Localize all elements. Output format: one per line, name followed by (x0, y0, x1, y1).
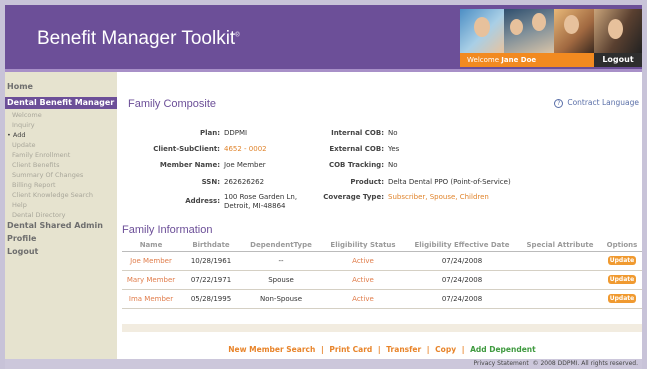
banner-photo-woman-headset (554, 9, 594, 53)
dependent-type-cell: Spouse (242, 270, 320, 290)
nav-sub-summary-of-changes[interactable]: Summary Of Changes (12, 171, 83, 179)
birthdate-cell: 05/28/1995 (180, 289, 242, 309)
sidebar: Home Dental Benefit Manager Welcome Inqu… (5, 72, 117, 364)
table-row: Mary Member 07/22/1971 Spouse Active 07/… (122, 270, 642, 290)
eligibility-status-cell: Active (320, 289, 406, 309)
table-row: Ima Member 05/28/1995 Non-Spouse Active … (122, 289, 642, 309)
address-line2: Detroit, MI-48864 (224, 202, 286, 210)
col-eligibility-status: Eligibility Status (320, 240, 406, 252)
col-eligibility-effective-date: Eligibility Effective Date (406, 240, 518, 252)
nav-sub-billing-report[interactable]: Billing Report (12, 181, 56, 189)
nav-sub-add[interactable]: • Add (7, 131, 26, 139)
effective-date-cell: 07/24/2008 (406, 289, 518, 309)
internal-cob-label: Internal COB: (331, 129, 384, 137)
browser-frame: Benefit Manager Toolkit® Welcome Jane Do… (0, 0, 647, 369)
external-cob-value: Yes (388, 145, 400, 153)
table-header-row: Name Birthdate DependentType Eligibility… (122, 240, 642, 252)
banner-photo-man (594, 9, 642, 53)
plan-label: Plan: (199, 129, 220, 137)
welcome-text: Welcome Jane Doe (467, 56, 537, 64)
member-name-value: Joe Member (224, 161, 266, 169)
update-button[interactable]: Update (608, 256, 636, 265)
eligibility-status-cell: Active (320, 251, 406, 271)
dependent-type-cell: Non-Spouse (242, 289, 320, 309)
external-cob-label: External COB: (329, 145, 384, 153)
product-value: Delta Dental PPO (Point-of-Service) (388, 178, 511, 186)
col-name: Name (122, 240, 180, 252)
nav-dental-benefit-manager[interactable]: Dental Benefit Manager (5, 97, 117, 109)
user-name: Jane Doe (501, 56, 537, 64)
effective-date-cell: 07/24/2008 (406, 251, 518, 271)
nav-sub-client-knowledge-search[interactable]: Client Knowledge Search (12, 191, 93, 199)
footer: Privacy Statement © 2008 DDPMI. All righ… (5, 359, 642, 369)
col-dependent-type: DependentType (242, 240, 320, 252)
nav-sub-family-enrollment[interactable]: Family Enrollment (12, 151, 70, 159)
divider-band (122, 324, 642, 332)
plan-value: DDPMI (224, 129, 248, 137)
app-title: Benefit Manager Toolkit® (37, 28, 240, 49)
family-table: Name Birthdate DependentType Eligibility… (122, 240, 642, 309)
family-information-title: Family Information (122, 224, 213, 236)
cob-tracking-value: No (388, 161, 398, 169)
cob-tracking-label: COB Tracking: (328, 161, 384, 169)
nav-sub-help[interactable]: Help (12, 201, 27, 209)
effective-date-cell: 07/24/2008 (406, 270, 518, 290)
banner-photo-men (504, 9, 554, 53)
ssn-value: 262626262 (224, 178, 265, 186)
options-cell: Update (602, 251, 642, 271)
new-member-search-link[interactable]: New Member Search (228, 345, 315, 354)
col-options: Options (602, 240, 642, 252)
options-cell: Update (602, 270, 642, 290)
copy-link[interactable]: Copy (435, 345, 456, 354)
add-dependent-link[interactable]: Add Dependent (470, 345, 536, 354)
eligibility-status-cell: Active (320, 270, 406, 290)
member-name-link[interactable]: Ima Member (122, 289, 180, 309)
current-marker: • (7, 131, 11, 139)
family-composite-title: Family Composite (128, 98, 217, 110)
internal-cob-value: No (388, 129, 398, 137)
nav-sub-dental-directory[interactable]: Dental Directory (12, 211, 66, 219)
logout-button[interactable]: Logout (594, 53, 642, 67)
table-row: Joe Member 10/28/1961 -- Active 07/24/20… (122, 251, 642, 271)
dependent-type-cell: -- (242, 251, 320, 271)
special-attribute-cell (518, 289, 602, 309)
client-subclient-label: Client-SubClient: (153, 145, 220, 153)
nav-profile[interactable]: Profile (5, 234, 36, 243)
nav-sub-update[interactable]: Update (12, 141, 36, 149)
nav-sub-client-benefits[interactable]: Client Benefits (12, 161, 60, 169)
main-content: Family Composite ? Contract Language Plan… (122, 72, 642, 364)
member-name-link[interactable]: Joe Member (122, 251, 180, 271)
print-card-link[interactable]: Print Card (329, 345, 372, 354)
nav-logout[interactable]: Logout (5, 247, 38, 256)
client-subclient-value: 4652 - 0002 (224, 145, 267, 153)
product-label: Product: (350, 178, 384, 186)
update-button[interactable]: Update (608, 294, 636, 303)
birthdate-cell: 07/22/1971 (180, 270, 242, 290)
address-label: Address: (185, 197, 220, 205)
nav-home[interactable]: Home (5, 82, 33, 91)
action-links: New Member Search | Print Card | Transfe… (228, 345, 536, 354)
privacy-statement-link[interactable]: Privacy Statement (474, 360, 529, 367)
member-name-label: Member Name: (159, 161, 220, 169)
ssn-label: SSN: (201, 178, 220, 186)
special-attribute-cell (518, 251, 602, 271)
coverage-type-value: Subscriber, Spouse, Children (388, 193, 489, 201)
copyright-text: © 2008 DDPMI. All rights reserved. (532, 360, 638, 367)
options-cell: Update (602, 289, 642, 309)
coverage-type-label: Coverage Type: (323, 193, 384, 201)
col-birthdate: Birthdate (180, 240, 242, 252)
header: Benefit Manager Toolkit® Welcome Jane Do… (5, 5, 642, 69)
member-name-link[interactable]: Mary Member (122, 270, 180, 290)
contract-language-link[interactable]: ? Contract Language (554, 98, 639, 108)
banner-photo-woman (460, 9, 504, 53)
nav-sub-inquiry[interactable]: Inquiry (12, 121, 35, 129)
nav-dental-shared-admin[interactable]: Dental Shared Admin (5, 221, 103, 230)
help-circle-icon: ? (554, 98, 564, 108)
col-special-attribute: Special Attribute (518, 240, 602, 252)
transfer-link[interactable]: Transfer (386, 345, 421, 354)
birthdate-cell: 10/28/1961 (180, 251, 242, 271)
update-button[interactable]: Update (608, 275, 636, 284)
special-attribute-cell (518, 270, 602, 290)
nav-sub-welcome[interactable]: Welcome (12, 111, 42, 119)
